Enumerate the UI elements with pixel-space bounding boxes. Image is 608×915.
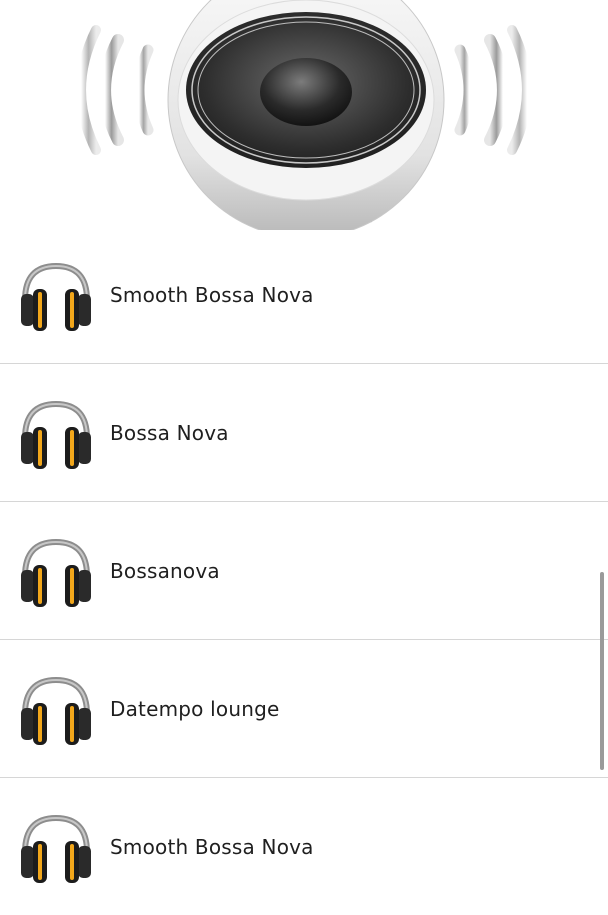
headphones-icon bbox=[21, 676, 91, 745]
list-item[interactable]: Smooth Bossa Nova bbox=[0, 778, 608, 915]
station-list: Smooth Bossa Nova Bossa Nova Bossanova D… bbox=[0, 226, 608, 915]
list-item[interactable]: Bossanova bbox=[0, 502, 608, 640]
headphones-icon bbox=[21, 814, 91, 883]
station-title: Bossa Nova bbox=[110, 420, 229, 445]
station-title: Datempo lounge bbox=[110, 696, 280, 721]
scrollbar[interactable] bbox=[600, 572, 604, 770]
station-title: Smooth Bossa Nova bbox=[110, 834, 314, 859]
headphones-icon bbox=[21, 400, 91, 469]
station-title: Smooth Bossa Nova bbox=[110, 282, 314, 307]
list-item[interactable]: Smooth Bossa Nova bbox=[0, 226, 608, 364]
station-title: Bossanova bbox=[110, 558, 220, 583]
headphones-icon bbox=[21, 538, 91, 607]
speaker-header bbox=[0, 0, 608, 230]
speaker-icon bbox=[76, 0, 532, 230]
list-item[interactable]: Bossa Nova bbox=[0, 364, 608, 502]
list-item[interactable]: Datempo lounge bbox=[0, 640, 608, 778]
headphones-icon bbox=[21, 262, 91, 331]
